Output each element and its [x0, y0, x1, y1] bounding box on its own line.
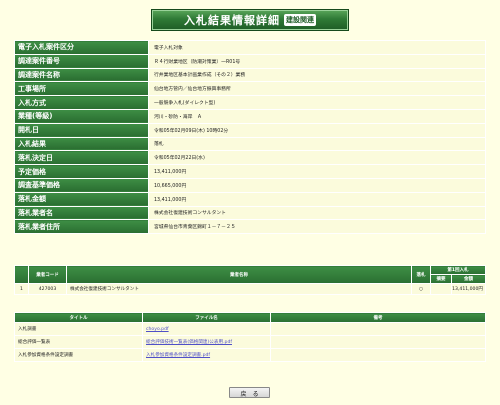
- bid-result-table: 業者コード 業者名称 落札 第1回入札 摘要 金額 1 427003 株式会社復…: [14, 265, 486, 295]
- table-row: 入札参加資格条件設定調書 入札参加資格条件設定調書.pdf: [14, 348, 486, 362]
- detail-value: 13,411,000円: [148, 164, 486, 179]
- detail-row: 予定価格 13,411,000円: [14, 164, 486, 179]
- detail-label: 入札結果: [14, 136, 149, 152]
- row-award: ○: [411, 283, 431, 295]
- detail-row: 落札業者名 株式会社復建技術コンサルタント: [14, 205, 486, 221]
- table-row: 入札調書 choyo.pdf: [14, 322, 486, 336]
- col-award-header: 落札: [411, 265, 431, 284]
- detail-row: 入札方式 一般競争入札(ダイレクト型): [14, 95, 486, 110]
- file-title: 総合評価一覧表: [14, 335, 143, 349]
- col-remarks-header: 備考: [270, 312, 486, 323]
- col-no-header: [14, 265, 29, 284]
- detail-row: 調査基準価格 10,665,000円: [14, 177, 486, 193]
- row-code: 427003: [28, 283, 67, 295]
- detail-value: 令和05年02月09日(木) 10時02分: [148, 122, 486, 138]
- row-no: 1: [14, 283, 29, 295]
- detail-row: 調達案件番号 Ｒ４行財業地区（防潮対策業）一R01号: [14, 53, 486, 69]
- detail-value: 令和05年02月22日(水): [148, 150, 486, 166]
- detail-row: 落札業者住所 宮城県仙台市青葉区錦町１－７－２５: [14, 219, 486, 235]
- file-remarks: [270, 322, 486, 336]
- detail-row: 調達案件名称 行井業地区基本計画業作成（その２）業務: [14, 67, 486, 83]
- detail-label: 調査基準価格: [14, 177, 149, 193]
- detail-row: 工事場所 仙台地方管内／仙台地方振興事務所: [14, 81, 486, 97]
- detail-table: 電子入札案件区分 電子入札対象 調達案件番号 Ｒ４行財業地区（防潮対策業）一R01号調…: [14, 40, 486, 235]
- row-amount: 13,411,000円: [451, 283, 486, 295]
- col-kind-header: 摘要: [430, 274, 452, 284]
- table-row: 1 427003 株式会社復建技術コンサルタント ○ 13,411,000円: [14, 283, 486, 295]
- detail-row: 入札結果 落札: [14, 136, 486, 152]
- col-filename-header: ファイル名: [142, 312, 271, 323]
- back-button[interactable]: 戻 る: [229, 387, 270, 398]
- detail-value: 河川・砂防・海岸 Ａ: [148, 108, 486, 124]
- file-link[interactable]: 入札参加資格条件設定調書.pdf: [146, 353, 210, 358]
- detail-row: 落札決定日 令和05年02月22日(水): [14, 150, 486, 166]
- detail-label: 入札方式: [14, 95, 149, 110]
- detail-value: 仙台地方管内／仙台地方振興事務所: [148, 81, 486, 97]
- detail-value: 行井業地区基本計画業作成（その２）業務: [148, 67, 486, 83]
- detail-row: 電子入札案件区分 電子入札対象: [14, 40, 486, 55]
- col-amount-header: 金額: [451, 274, 486, 284]
- detail-label: 調達案件番号: [14, 53, 149, 69]
- detail-label: 工事場所: [14, 81, 149, 97]
- detail-label: 落札金額: [14, 191, 149, 207]
- file-link[interactable]: choyo.pdf: [146, 327, 169, 332]
- col-round-header: 第1回入札: [430, 265, 486, 275]
- category-badge: 建設関連: [284, 14, 316, 26]
- detail-value: 10,665,000円: [148, 177, 486, 193]
- detail-row: 業種(等級) 河川・砂防・海岸 Ａ: [14, 108, 486, 124]
- detail-value: 13,411,000円: [148, 191, 486, 207]
- detail-value: 株式会社復建技術コンサルタント: [148, 205, 486, 221]
- detail-value: Ｒ４行財業地区（防潮対策業）一R01号: [148, 53, 486, 69]
- file-remarks: [270, 335, 486, 349]
- detail-row: 落札金額 13,411,000円: [14, 191, 486, 207]
- detail-value: 落札: [148, 136, 486, 152]
- detail-label: 調達案件名称: [14, 67, 149, 83]
- detail-label: 落札業者名: [14, 205, 149, 221]
- col-code-header: 業者コード: [28, 265, 67, 284]
- page-title-banner: 入札結果情報詳細 建設関連: [151, 9, 349, 31]
- col-name-header: 業者名称: [66, 265, 412, 284]
- row-name: 株式会社復建技術コンサルタント: [66, 283, 412, 295]
- col-title-header: タイトル: [14, 312, 143, 323]
- detail-value: 宮城県仙台市青葉区錦町１－７－２５: [148, 219, 486, 235]
- detail-value: 電子入札対象: [148, 40, 486, 55]
- detail-value: 一般競争入札(ダイレクト型): [148, 95, 486, 110]
- detail-row: 開札日 令和05年02月09日(木) 10時02分: [14, 122, 486, 138]
- attachments-table: タイトル ファイル名 備考 入札調書 choyo.pdf 総合評価一覧表 総合評…: [14, 312, 486, 362]
- file-title: 入札調書: [14, 322, 143, 336]
- detail-label: 落札業者住所: [14, 219, 149, 235]
- detail-label: 業種(等級): [14, 108, 149, 124]
- detail-label: 電子入札案件区分: [14, 40, 149, 55]
- file-remarks: [270, 348, 486, 362]
- file-title: 入札参加資格条件設定調書: [14, 348, 143, 362]
- detail-label: 予定価格: [14, 164, 149, 179]
- detail-label: 開札日: [14, 122, 149, 138]
- table-row: 総合評価一覧表 総合評価技術一覧表(価格関連)公表用.pdf: [14, 335, 486, 349]
- detail-label: 落札決定日: [14, 150, 149, 166]
- file-link[interactable]: 総合評価技術一覧表(価格関連)公表用.pdf: [146, 340, 232, 345]
- row-kind: [430, 283, 452, 295]
- page-title: 入札結果情報詳細: [184, 14, 280, 27]
